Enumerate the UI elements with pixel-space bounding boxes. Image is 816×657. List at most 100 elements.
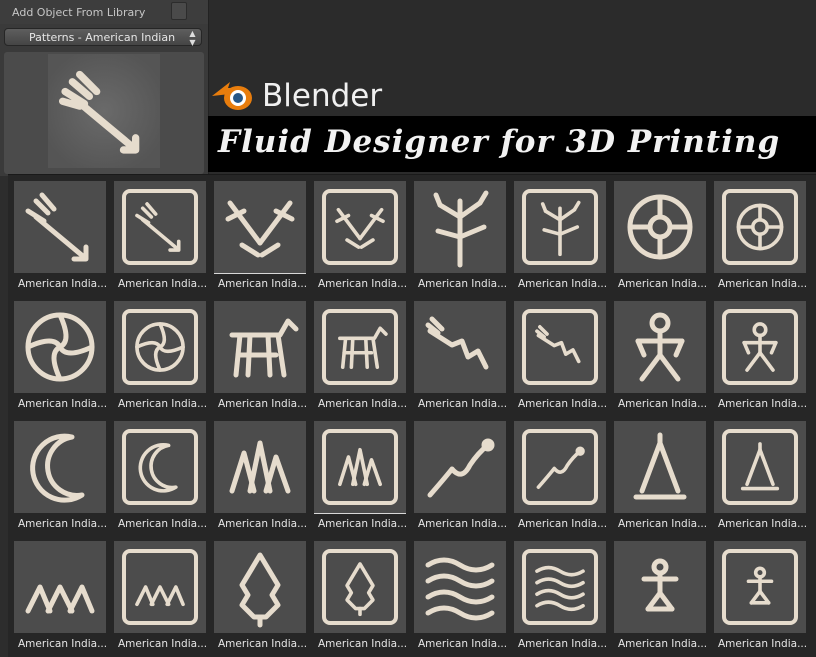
library-dropdown[interactable]: Patterns - American Indian ▲▼ — [4, 28, 202, 47]
library-item[interactable]: American India... — [708, 295, 807, 411]
library-item[interactable]: American India... — [208, 535, 307, 651]
library-item[interactable]: American India... — [608, 295, 707, 411]
library-item-label: American India... — [618, 638, 708, 650]
title-banner: Fluid Designer for 3D Printing — [208, 116, 816, 172]
library-item-label: American India... — [118, 278, 208, 290]
library-item-label: American India... — [218, 278, 308, 290]
library-item[interactable]: American India... — [8, 295, 107, 411]
library-item[interactable]: American India... — [608, 535, 707, 651]
dropdown-arrows-icon: ▲▼ — [188, 29, 197, 47]
teepees-icon — [14, 541, 106, 633]
library-item[interactable]: American India... — [408, 535, 507, 651]
arrowhead-framed-icon — [314, 541, 406, 633]
horse-framed-icon — [314, 301, 406, 393]
small-figure-framed-icon — [714, 541, 806, 633]
library-item-label: American India... — [418, 278, 508, 290]
library-item-label: American India... — [418, 518, 508, 530]
horse-icon — [214, 301, 306, 393]
library-item[interactable]: American India... — [708, 535, 807, 651]
teepees-framed-icon — [114, 541, 206, 633]
mountains-icon — [214, 421, 306, 513]
library-item[interactable]: American India... — [608, 415, 707, 531]
teepee-icon — [614, 421, 706, 513]
library-item-label: American India... — [18, 518, 108, 530]
library-item-label: American India... — [518, 398, 608, 410]
crossed-arrows-framed-icon — [314, 181, 406, 273]
tree-branch-framed-icon — [514, 181, 606, 273]
library-item-label: American India... — [518, 518, 608, 530]
sun-circle-framed-icon — [714, 181, 806, 273]
library-item[interactable]: American India... — [308, 535, 407, 651]
library-item-label: American India... — [318, 638, 408, 650]
library-item[interactable]: American India... — [108, 175, 207, 291]
library-grid: American India... American India... Americ… — [8, 174, 816, 657]
snake-icon — [414, 421, 506, 513]
panel-header: Add Object From Library — [0, 0, 208, 24]
library-item[interactable]: American India... — [408, 175, 507, 291]
library-item[interactable]: American India... — [608, 175, 707, 291]
library-item[interactable]: American India... — [508, 175, 607, 291]
library-item-label: American India... — [118, 398, 208, 410]
library-item-label: American India... — [718, 278, 808, 290]
swirl-icon — [14, 301, 106, 393]
library-item[interactable]: American India... — [708, 175, 807, 291]
moon-icon — [14, 421, 106, 513]
waves-icon — [414, 541, 506, 633]
library-item[interactable]: American India... — [108, 535, 207, 651]
tree-branch-icon — [414, 181, 506, 273]
preview-box — [4, 52, 204, 174]
small-figure-icon — [614, 541, 706, 633]
waves-framed-icon — [514, 541, 606, 633]
arrowhead-icon — [214, 541, 306, 633]
library-item[interactable]: American India... — [508, 295, 607, 411]
swirl-framed-icon — [114, 301, 206, 393]
blender-logo-icon — [212, 82, 252, 110]
figure-framed-icon — [714, 301, 806, 393]
library-item-label: American India... — [218, 398, 308, 410]
sun-circle-icon — [614, 181, 706, 273]
arrow-icon — [14, 181, 106, 273]
library-dropdown-value: Patterns - American Indian — [29, 31, 176, 44]
figure-icon — [614, 301, 706, 393]
moon-framed-icon — [114, 421, 206, 513]
library-item[interactable]: American India... — [208, 295, 307, 411]
library-item[interactable]: American India... — [308, 415, 407, 531]
mountains-framed-icon — [314, 421, 406, 514]
library-item-label: American India... — [18, 398, 108, 410]
library-item-label: American India... — [18, 638, 108, 650]
library-item-label: American India... — [18, 278, 108, 290]
library-item[interactable]: American India... — [708, 415, 807, 531]
library-item[interactable]: American India... — [208, 415, 307, 531]
library-item-label: American India... — [218, 638, 308, 650]
library-item[interactable]: American India... — [308, 175, 407, 291]
library-item[interactable]: American India... — [208, 175, 307, 291]
library-item-label: American India... — [318, 518, 408, 530]
lightning-arrow-framed-icon — [514, 301, 606, 393]
snake-framed-icon — [514, 421, 606, 513]
library-item[interactable]: American India... — [508, 535, 607, 651]
banner-title: Fluid Designer for 3D Printing — [218, 124, 781, 160]
library-item-label: American India... — [618, 518, 708, 530]
library-item-label: American India... — [518, 638, 608, 650]
lightning-arrow-icon — [414, 301, 506, 393]
library-item[interactable]: American India... — [508, 415, 607, 531]
library-item-label: American India... — [718, 518, 808, 530]
library-item[interactable]: American India... — [108, 295, 207, 411]
library-item-label: American India... — [318, 398, 408, 410]
library-item[interactable]: American India... — [408, 415, 507, 531]
library-item[interactable]: American India... — [8, 175, 107, 291]
pin-icon[interactable] — [171, 2, 187, 20]
library-item-label: American India... — [418, 398, 508, 410]
crossed-arrows-icon — [214, 181, 306, 274]
library-item[interactable]: American India... — [308, 295, 407, 411]
library-item-label: American India... — [618, 278, 708, 290]
library-item[interactable]: American India... — [8, 535, 107, 651]
panel-title: Add Object From Library — [12, 6, 146, 19]
arrow-framed-icon — [114, 181, 206, 273]
library-item-label: American India... — [218, 518, 308, 530]
library-item[interactable]: American India... — [8, 415, 107, 531]
library-item[interactable]: American India... — [108, 415, 207, 531]
library-item-label: American India... — [718, 638, 808, 650]
library-item-label: American India... — [718, 398, 808, 410]
library-item[interactable]: American India... — [408, 295, 507, 411]
